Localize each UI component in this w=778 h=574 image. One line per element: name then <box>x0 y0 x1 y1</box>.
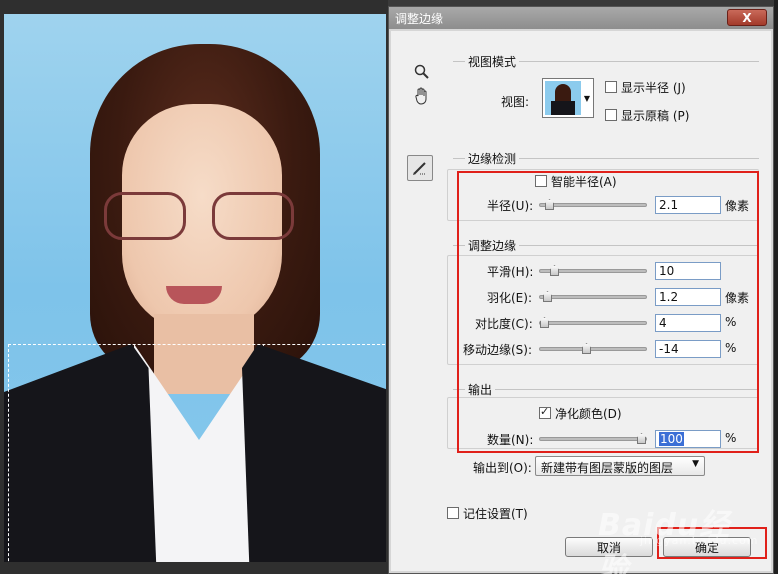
output-to-value: 新建带有图层蒙版的图层 <box>541 461 674 475</box>
smooth-slider[interactable] <box>539 265 647 276</box>
portrait-photo <box>4 14 386 562</box>
output-title: 输出 <box>465 381 496 398</box>
dialog-title: 调整边缘 <box>395 11 444 26</box>
amount-unit: % <box>725 431 737 445</box>
window-edge <box>774 0 778 574</box>
radius-field[interactable]: 2.1 <box>655 196 721 214</box>
dialog-titlebar: 调整边缘 <box>389 7 773 29</box>
zoom-icon[interactable] <box>409 59 435 85</box>
adjust-edge-title: 调整边缘 <box>465 237 520 254</box>
remember-checkbox[interactable] <box>447 507 459 519</box>
output-to-dropdown[interactable]: 新建带有图层蒙版的图层 ▼ <box>535 456 705 476</box>
view-label: 视图: <box>501 95 530 109</box>
show-original-label: 显示原稿 (P) <box>621 109 690 123</box>
show-radius-checkbox[interactable] <box>605 81 617 93</box>
view-mode-title: 视图模式 <box>465 53 520 70</box>
contrast-field[interactable]: 4 <box>655 314 721 332</box>
contrast-label: 对比度(C): <box>475 317 533 331</box>
shift-edge-field[interactable]: -14 <box>655 340 721 358</box>
radius-unit: 像素 <box>725 199 750 213</box>
shift-edge-unit: % <box>725 341 737 355</box>
decontaminate-checkbox[interactable] <box>539 405 551 419</box>
contrast-slider[interactable] <box>539 317 647 328</box>
feather-slider[interactable] <box>539 291 647 302</box>
close-button[interactable]: X <box>727 9 767 26</box>
feather-label: 羽化(E): <box>487 291 532 305</box>
smart-radius-checkbox[interactable] <box>535 175 547 187</box>
view-mode-dropdown[interactable]: ▼ <box>542 78 594 118</box>
decontaminate-label: 净化颜色(D) <box>555 407 622 421</box>
amount-slider[interactable] <box>539 433 647 444</box>
dialog-body: 视图模式 视图: ▼ 显示半径 (J) 显示原稿 (P) 边缘检测 智能半径(A… <box>391 31 771 571</box>
refine-edge-dialog: 调整边缘 X 视图模式 视图: ▼ 显示半径 (J) 显示原稿 (P) 边缘检测… <box>388 6 774 574</box>
view-thumbnail <box>545 81 581 115</box>
chevron-down-icon: ▼ <box>692 459 699 469</box>
smooth-field[interactable]: 10 <box>655 262 721 280</box>
baidu-watermark: Baidu经验 jingyan.baidu.com <box>598 500 758 574</box>
show-radius-label: 显示半径 (J) <box>621 81 686 95</box>
shift-edge-slider[interactable] <box>539 343 647 354</box>
show-original-checkbox[interactable] <box>605 109 617 121</box>
smooth-label: 平滑(H): <box>487 265 534 279</box>
canvas-area <box>0 0 388 574</box>
watermark-url: jingyan.baidu.com <box>640 534 759 547</box>
divider <box>453 389 759 390</box>
chevron-down-icon: ▼ <box>583 93 591 103</box>
refine-radius-tool-icon[interactable] <box>407 155 433 181</box>
radius-label: 半径(U): <box>487 199 534 213</box>
hand-icon[interactable] <box>409 83 435 109</box>
jacket-right <box>242 344 386 562</box>
amount-value: 100 <box>659 432 684 446</box>
feather-field[interactable]: 1.2 <box>655 288 721 306</box>
jacket-left <box>4 344 157 562</box>
remember-label: 记住设置(T) <box>463 507 528 521</box>
glasses <box>104 192 294 244</box>
feather-unit: 像素 <box>725 291 750 305</box>
amount-field[interactable]: 100 <box>655 430 721 448</box>
contrast-unit: % <box>725 315 737 329</box>
edge-detection-title: 边缘检测 <box>465 150 520 167</box>
radius-slider[interactable] <box>539 199 647 210</box>
smart-radius-label: 智能半径(A) <box>551 175 617 189</box>
output-to-label: 输出到(O): <box>473 461 532 475</box>
amount-label: 数量(N): <box>487 433 534 447</box>
shift-edge-label: 移动边缘(S): <box>463 343 533 357</box>
